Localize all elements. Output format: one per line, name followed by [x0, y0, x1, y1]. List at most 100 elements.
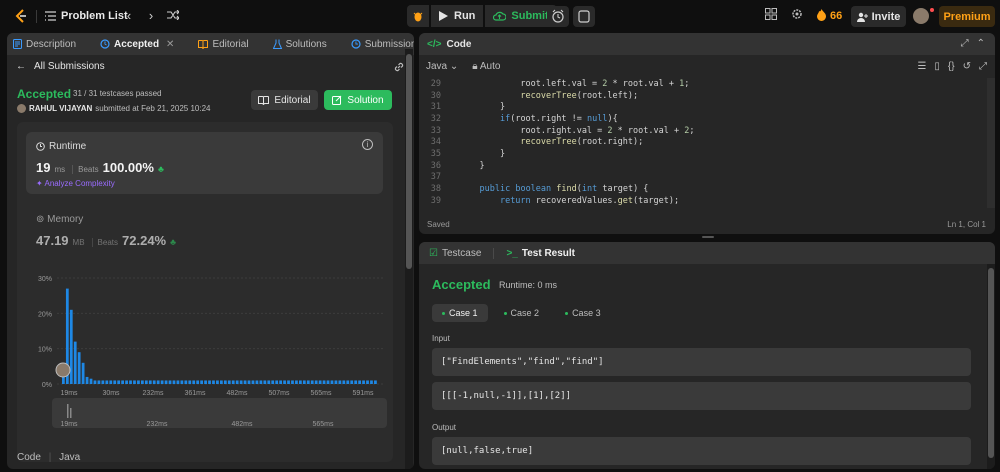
- memory-label: Memory: [47, 214, 84, 225]
- author-avatar[interactable]: [17, 104, 26, 113]
- run-button[interactable]: Run: [431, 5, 484, 27]
- result-scrollbar[interactable]: [987, 264, 995, 469]
- reset-icon[interactable]: ↺: [963, 61, 971, 72]
- tab-description[interactable]: Description: [13, 39, 76, 50]
- pass-dot: [442, 311, 445, 315]
- tab-label: Testcase: [441, 247, 482, 259]
- case-tab-1[interactable]: Case 1: [432, 304, 488, 322]
- invite-button[interactable]: Invite: [851, 6, 906, 27]
- x-tick-label: 591ms: [352, 390, 374, 397]
- chart-bar: [192, 380, 196, 384]
- code-line: 34 recoverTree(root.right);: [419, 136, 995, 148]
- fullscreen-icon[interactable]: ⤢: [979, 61, 987, 72]
- chart-bar: [77, 352, 81, 384]
- code-line: 33 root.right.val = 2 * root.val + 2;: [419, 125, 995, 137]
- chart-bar: [255, 380, 259, 384]
- debug-button[interactable]: [407, 5, 429, 27]
- auto-mode-toggle[interactable]: 🔒︎ Auto: [472, 61, 500, 72]
- flask-icon: [272, 39, 282, 49]
- panel-resize-handle[interactable]: [702, 236, 714, 238]
- timer-button[interactable]: [547, 6, 569, 27]
- back-to-all-submissions[interactable]: ← All Submissions: [16, 61, 105, 72]
- left-scrollbar[interactable]: [405, 49, 413, 469]
- tab-test-result[interactable]: >_ Test Result: [506, 248, 575, 259]
- submit-label: Submit: [511, 10, 549, 22]
- description-icon: [13, 39, 22, 49]
- chart-bar: [346, 380, 350, 384]
- streak-count[interactable]: 66: [830, 10, 842, 22]
- braces-icon[interactable]: {}: [948, 61, 955, 72]
- code-brackets-icon: </>: [427, 38, 442, 50]
- notes-button[interactable]: [573, 6, 595, 27]
- leetcode-logo-icon[interactable]: [13, 8, 29, 24]
- chart-bar: [374, 380, 377, 384]
- mode-label: Auto: [479, 61, 501, 72]
- chart-bar: [204, 380, 207, 384]
- chart-bar: [180, 380, 184, 384]
- language-value: Java: [426, 61, 448, 72]
- prev-problem-icon[interactable]: ‹: [121, 8, 137, 24]
- overview-strip: [52, 398, 387, 428]
- code-line: 31 }: [419, 101, 995, 113]
- info-icon[interactable]: i: [362, 139, 373, 150]
- analyze-complexity-link[interactable]: ✦ Analyze Complexity: [36, 179, 115, 188]
- tab-editorial[interactable]: Editorial: [198, 39, 249, 50]
- code-scrollbar[interactable]: [987, 78, 995, 208]
- x-tick-label: 19ms: [60, 390, 78, 397]
- chart-bar: [184, 380, 188, 384]
- x-tick-label: 232ms: [142, 390, 164, 397]
- chart-bar: [216, 380, 219, 384]
- close-tab-icon[interactable]: ✕: [166, 39, 174, 50]
- share-link-icon[interactable]: [393, 61, 405, 76]
- runtime-label: Runtime: [49, 141, 87, 152]
- runtime-card[interactable]: Runtime i 19 ms Beats 100.00% ♣ ✦ Analyz…: [26, 132, 383, 194]
- scrollbar-thumb[interactable]: [988, 268, 994, 458]
- tab-solutions[interactable]: Solutions: [272, 39, 327, 50]
- submit-button[interactable]: Submit: [485, 5, 557, 27]
- runtime-distribution-chart[interactable]: 0% 10% 20% 30% 19ms 30ms 232ms 361ms 482ms 507ms 5…: [17, 272, 393, 462]
- code-line: 32 if(root.right != null){: [419, 113, 995, 125]
- format-icon[interactable]: ☰: [917, 61, 926, 72]
- editor-toolbar: Java ⌄ 🔒︎ Auto: [426, 61, 500, 72]
- tab-accepted[interactable]: Accepted ✕: [100, 39, 174, 50]
- line-number: 37: [430, 172, 441, 183]
- chevron-up-icon[interactable]: ⌃: [977, 38, 985, 49]
- case-tab-3[interactable]: Case 3: [555, 304, 611, 322]
- tab-testcase[interactable]: ☑ Testcase: [429, 248, 481, 259]
- chart-bar: [105, 380, 109, 384]
- bookmark-icon[interactable]: ▯: [934, 61, 940, 72]
- premium-button[interactable]: Premium: [939, 6, 995, 27]
- expand-icon[interactable]: ⤢: [961, 38, 969, 49]
- input-box-2[interactable]: [[[-1,null,-1]],[1],[2]]: [432, 382, 971, 410]
- run-label: Run: [454, 10, 476, 22]
- tab-submissions[interactable]: Submissions: [351, 39, 414, 50]
- line-number: 39: [430, 195, 441, 206]
- author-name[interactable]: RAHUL VIJAYAN: [29, 104, 92, 113]
- list-icon[interactable]: [45, 11, 56, 24]
- shuffle-icon[interactable]: [165, 8, 181, 24]
- layout-icon[interactable]: [765, 8, 777, 23]
- chart-bar: [362, 380, 365, 384]
- tab-label: Submissions: [364, 38, 414, 50]
- scrollbar-thumb[interactable]: [406, 54, 412, 269]
- memory-header[interactable]: ⊚ Memory: [36, 214, 83, 225]
- stats-card: Runtime i 19 ms Beats 100.00% ♣ ✦ Analyz…: [17, 122, 393, 462]
- next-problem-icon[interactable]: ›: [143, 8, 159, 24]
- case-tab-2[interactable]: Case 2: [494, 304, 550, 322]
- chart-bar: [338, 380, 342, 384]
- editorial-button[interactable]: Editorial: [251, 90, 318, 110]
- output-box[interactable]: [null,false,true]: [432, 437, 971, 465]
- runtime-value-row: 19 ms Beats 100.00% ♣: [36, 160, 164, 175]
- solution-button[interactable]: Solution: [324, 90, 392, 110]
- avatar[interactable]: [913, 8, 929, 24]
- tab-label: Test Result: [521, 247, 576, 259]
- problem-list-link[interactable]: Problem List: [61, 10, 128, 22]
- author-line: RAHUL VIJAYAN submitted at Feb 21, 2025 …: [17, 104, 210, 113]
- input-box-1[interactable]: ["FindElements","find","find"]: [432, 348, 971, 376]
- code-line: 37: [419, 172, 995, 184]
- code-editor[interactable]: 29 root.left.val = 2 * root.val + 1; 30 r…: [419, 78, 995, 207]
- language-select[interactable]: Java ⌄: [426, 61, 458, 72]
- settings-gear-icon[interactable]: [791, 8, 803, 23]
- case-label: Case 2: [510, 308, 540, 318]
- code-line: 38 public boolean find(int target) {: [419, 183, 995, 195]
